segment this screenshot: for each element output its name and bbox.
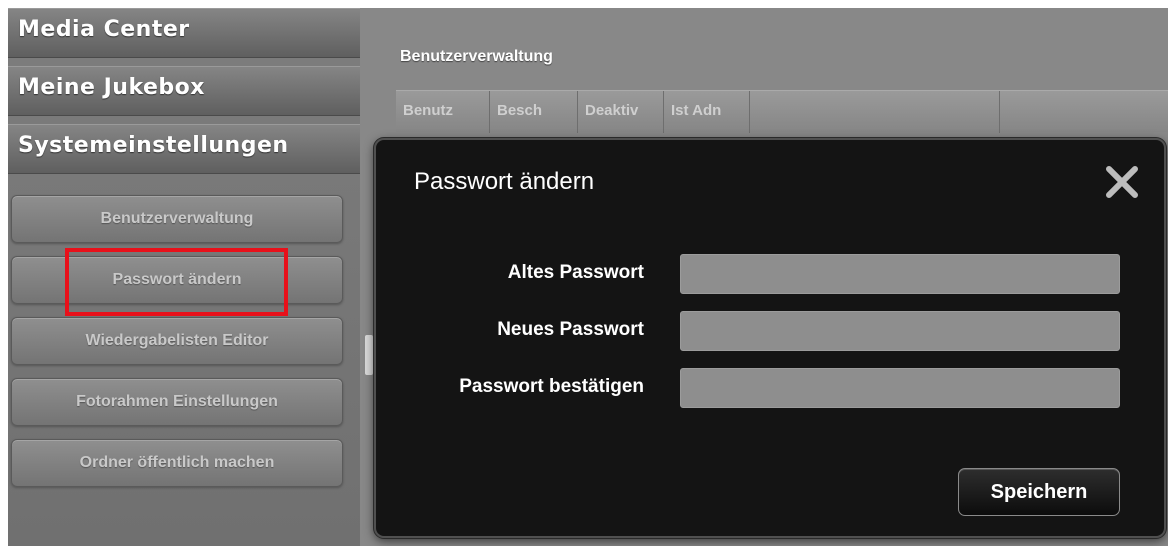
sidebar-item-wiedergabelisten-editor[interactable]: Wiedergabelisten Editor [11,317,343,365]
close-icon[interactable] [1104,164,1140,200]
sidebar-item-fotorahmen-einstellungen[interactable]: Fotorahmen Einstellungen [11,378,343,426]
app-frame: Media Center Meine Jukebox Systemeinstel… [8,8,1168,546]
column-header-ist-admin[interactable]: Ist Adn [664,91,750,133]
sidebar-item-ordner-oeffentlich[interactable]: Ordner öffentlich machen [11,439,343,487]
column-header-deaktiviert[interactable]: Deaktiv [578,91,664,133]
sidebar: Media Center Meine Jukebox Systemeinstel… [8,8,360,546]
page-title: Benutzerverwaltung [400,48,553,65]
sidebar-section-systemeinstellungen[interactable]: Systemeinstellungen [8,124,360,174]
new-password-field[interactable] [680,311,1120,351]
column-header-empty [750,91,1000,133]
new-password-label: Neues Passwort [497,319,644,340]
password-dialog: Passwort ändern Altes Passwort Neues Pas… [374,138,1166,538]
dialog-title: Passwort ändern [414,168,595,195]
table-header: Benutz Besch Deaktiv Ist Adn [396,90,1168,133]
sidebar-item-benutzerverwaltung[interactable]: Benutzerverwaltung [11,195,343,243]
sidebar-section-meine-jukebox[interactable]: Meine Jukebox [8,66,360,116]
column-header-beschreibung[interactable]: Besch [490,91,578,133]
old-password-label: Altes Passwort [507,262,644,283]
highlight-box [65,248,288,316]
save-button[interactable]: Speichern [958,468,1120,516]
column-header-benutzer[interactable]: Benutz [396,91,490,133]
scrollbar-handle[interactable] [365,335,373,375]
confirm-password-label: Passwort bestätigen [459,376,644,397]
sidebar-section-media-center[interactable]: Media Center [8,8,360,58]
old-password-field[interactable] [680,254,1120,294]
confirm-password-field[interactable] [680,368,1120,408]
